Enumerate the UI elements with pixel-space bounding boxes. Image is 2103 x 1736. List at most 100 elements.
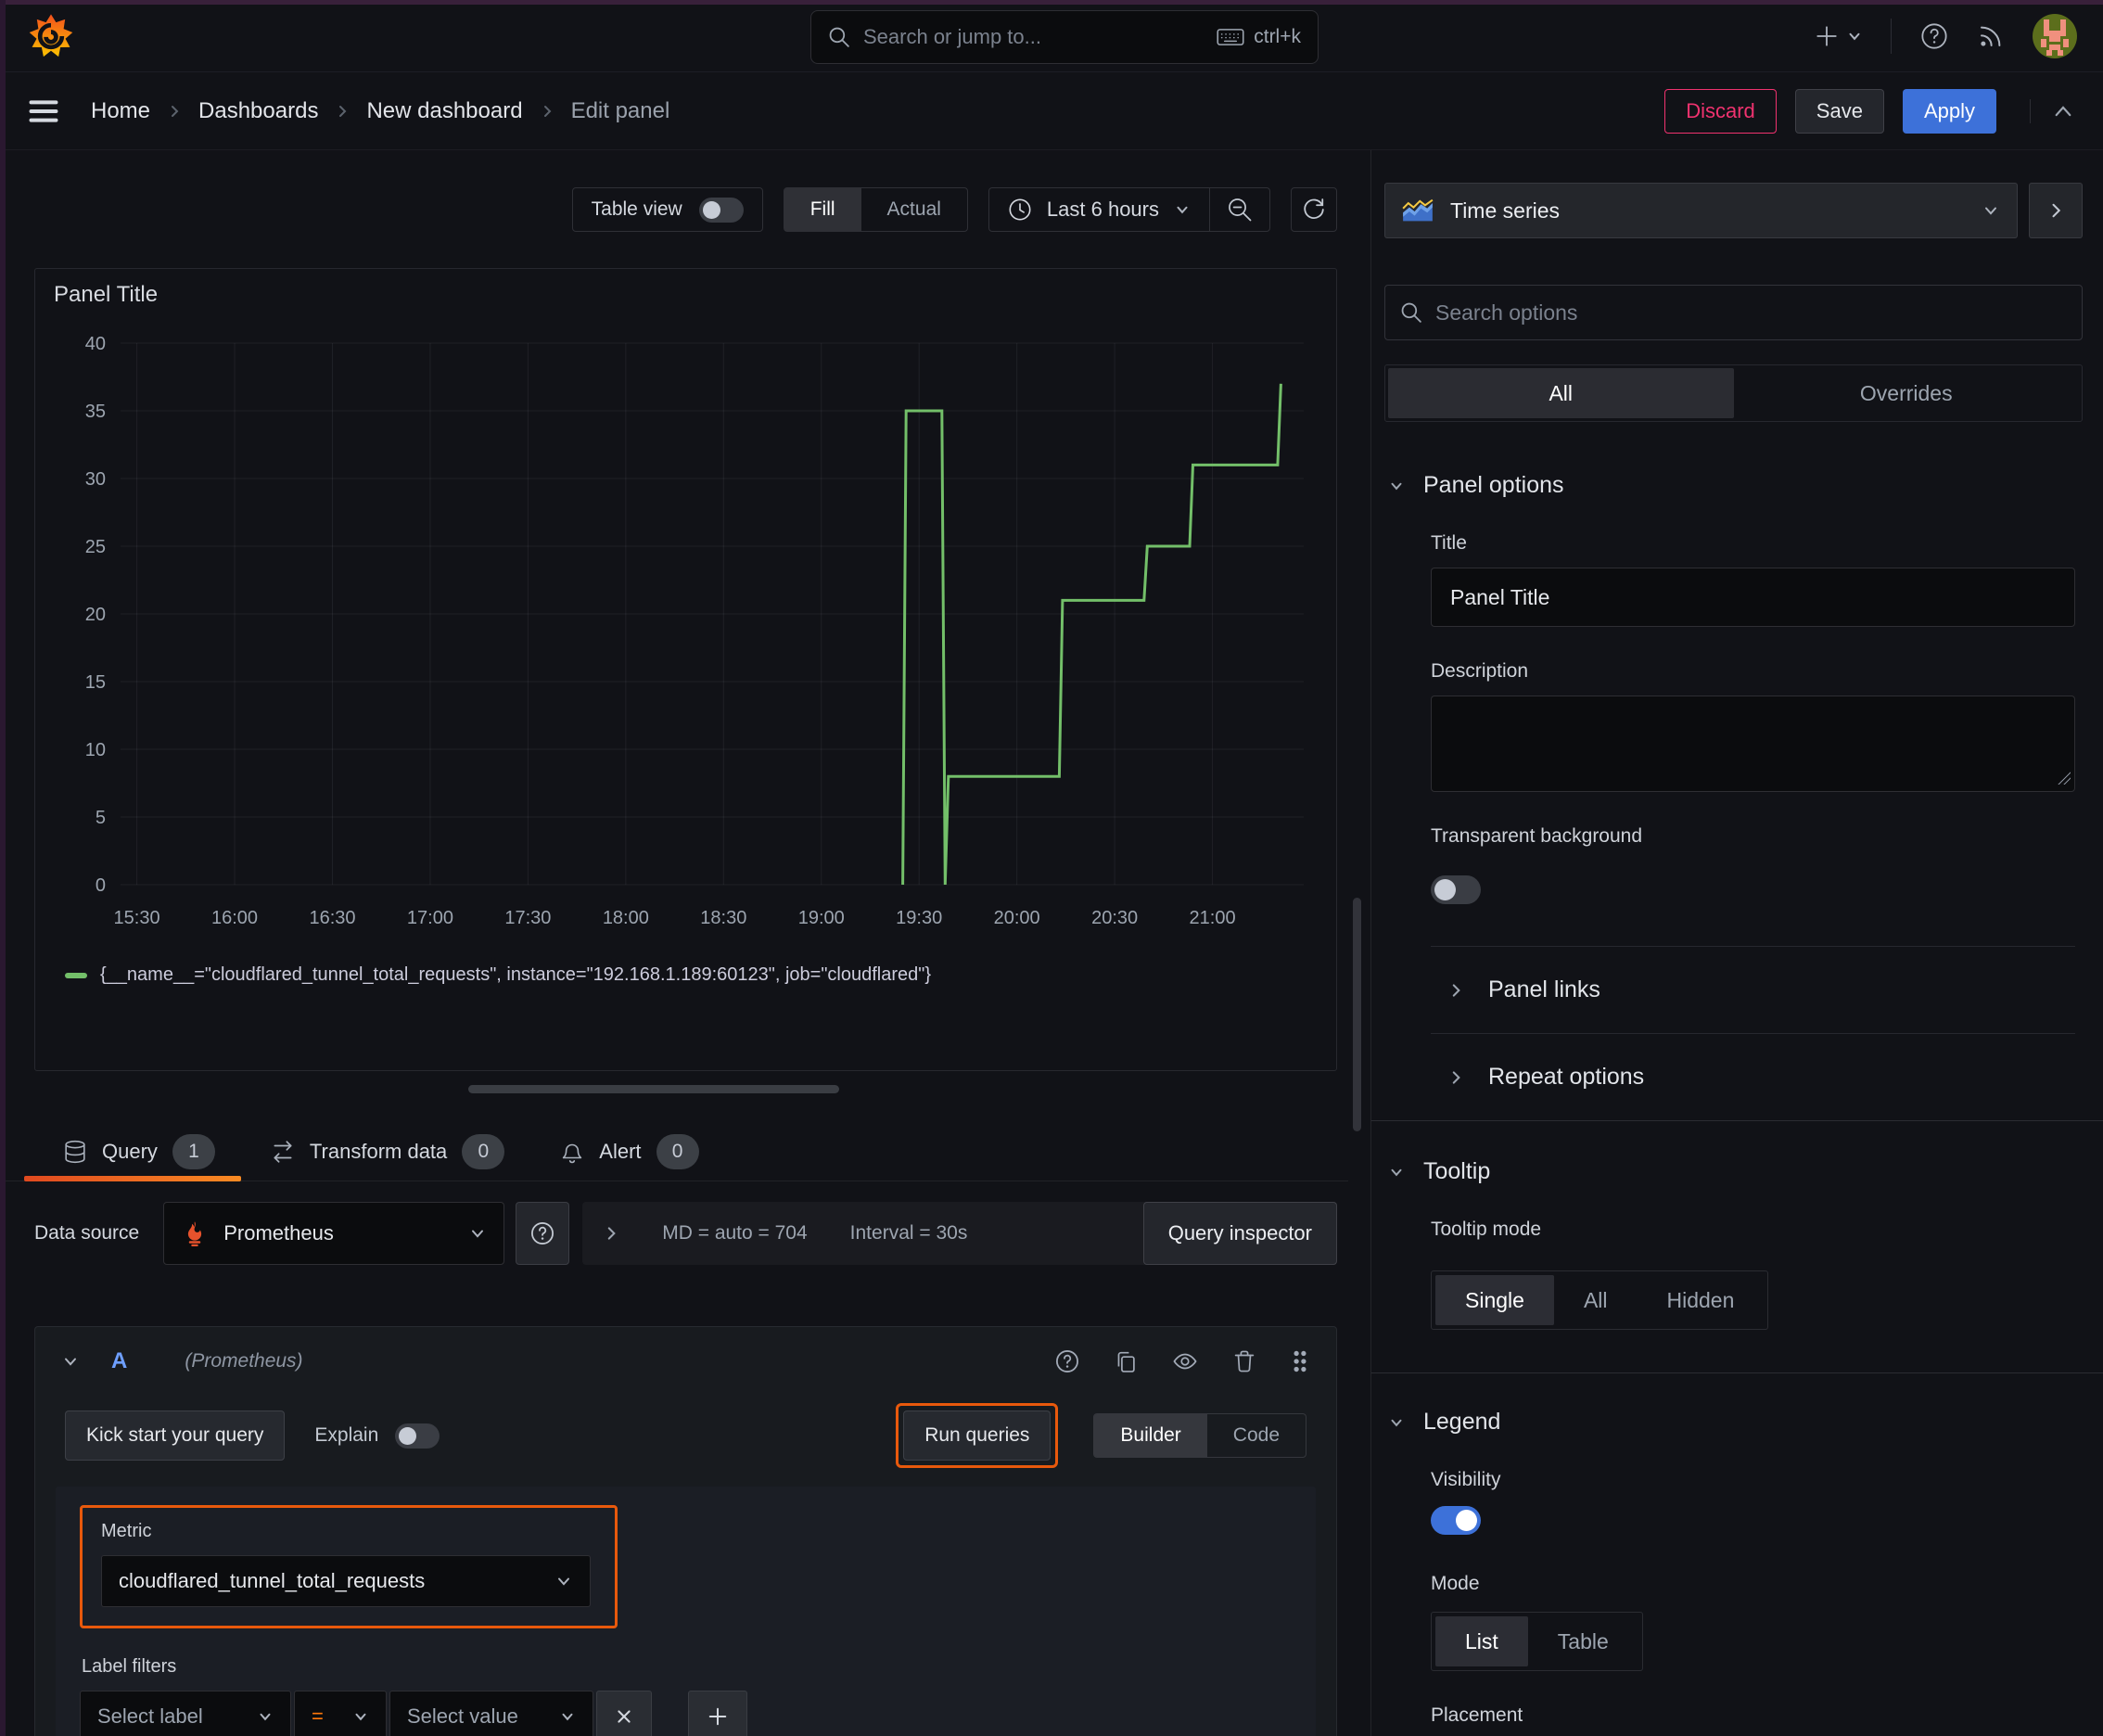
avatar-pixel-art bbox=[2033, 13, 2077, 58]
datasource-help-button[interactable] bbox=[516, 1202, 570, 1265]
toggle-knob bbox=[399, 1426, 417, 1445]
query-row-header[interactable]: A (Prometheus) bbox=[35, 1327, 1336, 1396]
legend-mode-list[interactable]: List bbox=[1435, 1616, 1528, 1666]
tab-alert[interactable]: Alert 0 bbox=[560, 1133, 699, 1169]
code-option[interactable]: Code bbox=[1207, 1414, 1306, 1457]
legend-series-swatch[interactable] bbox=[65, 972, 87, 978]
panel-edit-main: Table view Fill Actual Last 6 hours Pane… bbox=[0, 150, 1370, 1736]
search-shortcut-label: ctrl+k bbox=[1254, 26, 1301, 47]
open-viz-picker-button[interactable] bbox=[2029, 183, 2083, 238]
tab-alert-count: 0 bbox=[656, 1133, 699, 1169]
options-search[interactable] bbox=[1384, 285, 2083, 340]
section-tooltip-title: Tooltip bbox=[1423, 1158, 1491, 1184]
section-legend[interactable]: Legend bbox=[1388, 1409, 2103, 1436]
time-range-label: Last 6 hours bbox=[1046, 198, 1159, 221]
global-search-input[interactable] bbox=[863, 25, 1204, 49]
top-nav-right bbox=[1815, 13, 2077, 58]
remove-filter-button[interactable] bbox=[596, 1691, 652, 1736]
operator-dropdown[interactable]: = bbox=[294, 1691, 387, 1736]
explain-control: Explain bbox=[314, 1423, 440, 1449]
tooltip-mode-all[interactable]: All bbox=[1554, 1275, 1638, 1325]
chevron-down-icon[interactable] bbox=[61, 1352, 80, 1371]
chevron-right-icon bbox=[167, 104, 182, 119]
builder-option[interactable]: Builder bbox=[1094, 1414, 1207, 1457]
time-series-chart[interactable]: 0 5 10 15 20 25 30 35 40 15:30 16:00 16:30 17:00 17:3… bbox=[54, 315, 1315, 964]
panel-title[interactable]: Panel Title bbox=[54, 282, 1318, 308]
svg-text:25: 25 bbox=[85, 537, 106, 557]
legend-visibility-toggle[interactable] bbox=[1431, 1506, 1481, 1535]
table-view-toggle[interactable] bbox=[698, 197, 744, 223]
edit-actions: Discard Save Apply bbox=[1664, 88, 2075, 134]
database-icon bbox=[63, 1139, 87, 1165]
tooltip-mode-single[interactable]: Single bbox=[1435, 1275, 1554, 1325]
collapse-options-pane-button[interactable] bbox=[2030, 98, 2075, 123]
panel-description-textarea[interactable] bbox=[1431, 696, 2075, 792]
drag-handle-icon[interactable] bbox=[1290, 1348, 1310, 1374]
visualization-picker[interactable]: Time series bbox=[1384, 183, 2018, 238]
save-button[interactable]: Save bbox=[1794, 88, 1884, 134]
actual-option[interactable]: Actual bbox=[861, 188, 967, 231]
select-label-placeholder: Select label bbox=[97, 1704, 203, 1728]
hide-response-eye-icon[interactable] bbox=[1171, 1349, 1199, 1373]
remove-query-trash-icon[interactable] bbox=[1232, 1348, 1256, 1374]
discard-button[interactable]: Discard bbox=[1664, 88, 1777, 134]
metric-value: cloudflared_tunnel_total_requests bbox=[119, 1569, 426, 1592]
global-search[interactable]: ctrl+k bbox=[810, 10, 1319, 64]
help-circle-icon[interactable] bbox=[1054, 1348, 1080, 1374]
tab-all-options[interactable]: All bbox=[1388, 368, 1734, 418]
tooltip-mode-hidden[interactable]: Hidden bbox=[1638, 1275, 1765, 1325]
menu-toggle-icon[interactable] bbox=[28, 97, 59, 125]
query-ref-id[interactable]: A bbox=[111, 1348, 127, 1374]
legend-series-label[interactable]: {__name__="cloudflared_tunnel_total_requ… bbox=[100, 964, 931, 986]
tab-transform-data[interactable]: Transform data 0 bbox=[271, 1133, 505, 1169]
user-avatar[interactable] bbox=[2033, 13, 2077, 58]
bell-icon bbox=[560, 1139, 584, 1165]
help-icon[interactable] bbox=[1919, 21, 1949, 51]
metric-select[interactable]: cloudflared_tunnel_total_requests bbox=[101, 1555, 591, 1607]
tab-query[interactable]: Query 1 bbox=[24, 1133, 241, 1181]
section-tooltip[interactable]: Tooltip bbox=[1388, 1158, 2103, 1185]
time-range-picker[interactable]: Last 6 hours bbox=[989, 198, 1209, 222]
prometheus-icon bbox=[188, 1221, 202, 1246]
query-inspector-button[interactable]: Query inspector bbox=[1142, 1202, 1337, 1265]
chevron-down-icon bbox=[257, 1708, 274, 1725]
panel-title-input[interactable] bbox=[1431, 568, 2075, 627]
breadcrumb-new-dashboard[interactable]: New dashboard bbox=[366, 98, 522, 124]
datasource-picker[interactable]: Prometheus bbox=[163, 1202, 505, 1265]
vertical-scrollbar[interactable] bbox=[1353, 898, 1361, 1131]
section-panel-options[interactable]: Panel options bbox=[1388, 472, 2103, 499]
help-circle-icon bbox=[529, 1220, 555, 1246]
kick-start-query-button[interactable]: Kick start your query bbox=[65, 1410, 286, 1461]
svg-text:18:30: 18:30 bbox=[700, 908, 746, 928]
pane-resize-handle[interactable] bbox=[468, 1085, 839, 1093]
new-menu-button[interactable] bbox=[1815, 24, 1863, 48]
textarea-resize-handle[interactable] bbox=[2058, 772, 2071, 785]
svg-text:17:00: 17:00 bbox=[407, 908, 453, 928]
breadcrumb-dashboards[interactable]: Dashboards bbox=[198, 98, 318, 124]
fill-actual-switch: Fill Actual bbox=[783, 187, 968, 232]
select-label-dropdown[interactable]: Select label bbox=[80, 1691, 291, 1736]
select-value-dropdown[interactable]: Select value bbox=[389, 1691, 593, 1736]
transparent-background-toggle[interactable] bbox=[1431, 875, 1481, 904]
query-options-summary[interactable]: MD = auto = 704 Interval = 30s Query ins… bbox=[582, 1202, 1337, 1265]
legend-placement-label: Placement bbox=[1431, 1704, 1523, 1726]
fill-option[interactable]: Fill bbox=[784, 188, 861, 231]
options-search-input[interactable] bbox=[1435, 300, 2067, 326]
news-rss-icon[interactable] bbox=[1977, 22, 2005, 50]
zoom-out-time-button[interactable] bbox=[1209, 188, 1269, 231]
chevron-right-icon bbox=[335, 104, 350, 119]
add-filter-button[interactable] bbox=[688, 1691, 747, 1736]
tab-overrides[interactable]: Overrides bbox=[1734, 368, 2080, 418]
duplicate-query-icon[interactable] bbox=[1114, 1349, 1138, 1373]
explain-toggle[interactable] bbox=[395, 1423, 440, 1449]
run-queries-button[interactable]: Run queries bbox=[903, 1410, 1052, 1461]
grafana-logo-icon[interactable] bbox=[26, 11, 76, 61]
legend-mode-table[interactable]: Table bbox=[1528, 1616, 1638, 1666]
options-scope-tabs: All Overrides bbox=[1384, 364, 2083, 422]
repeat-options-section[interactable]: Repeat options bbox=[1447, 1034, 2103, 1120]
apply-button[interactable]: Apply bbox=[1902, 88, 1996, 134]
refresh-button[interactable] bbox=[1291, 187, 1337, 232]
panel-links-section[interactable]: Panel links bbox=[1447, 947, 2103, 1033]
panel-preview: Panel Title 0 5 10 15 20 25 30 35 40 15:30 16:00 16… bbox=[34, 268, 1337, 1071]
breadcrumb-home[interactable]: Home bbox=[91, 98, 150, 124]
